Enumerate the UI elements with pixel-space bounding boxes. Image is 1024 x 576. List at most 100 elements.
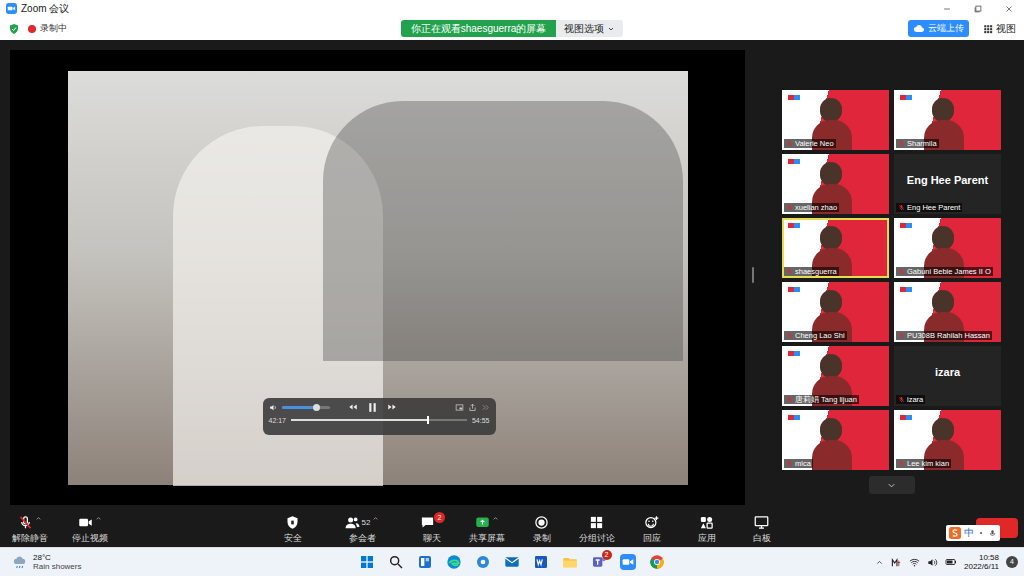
participant-display-name: Eng Hee Parent (907, 172, 988, 189)
toolbar-label: 回应 (643, 534, 661, 543)
taskbar-app[interactable] (614, 549, 643, 576)
toolbar-video-button[interactable]: 停止视频 (60, 514, 120, 543)
taskbar-app[interactable] (527, 549, 556, 576)
window-control-button[interactable] (993, 0, 1024, 17)
progress-track[interactable] (291, 419, 467, 421)
meeting-info: 录制中 (8, 22, 401, 36)
app-badge: 2 (602, 550, 612, 560)
taskbar-app[interactable] (382, 549, 411, 576)
search-icon (388, 554, 404, 570)
progress-playhead[interactable] (427, 416, 429, 424)
participant-tile[interactable]: shaesguerra (782, 218, 889, 278)
toolbar-breakout-button[interactable]: 分组讨论 (569, 514, 624, 543)
window-control-button[interactable] (931, 0, 962, 17)
participant-tile[interactable]: 唐莉娟 Tang lijuan (782, 346, 889, 406)
participant-count: 52 (362, 519, 371, 527)
view-button[interactable]: 视图 (983, 21, 1016, 36)
participant-tile[interactable]: Cheng Lao Shi (782, 282, 889, 342)
toolbar-chat-button[interactable]: 2聊天 (404, 514, 459, 543)
taskbar-app[interactable] (643, 549, 672, 576)
splitter[interactable] (752, 40, 756, 510)
toolbar-unmute-button[interactable]: 解除静音 (0, 514, 60, 543)
participant-name: Sharmila (907, 140, 937, 148)
apps-icon (699, 515, 714, 530)
word-icon (533, 554, 549, 570)
ime-toolbar[interactable]: 中 (946, 525, 1000, 541)
taskbar-app[interactable] (469, 549, 498, 576)
next-page-button[interactable] (869, 476, 915, 494)
chat-badge: 2 (434, 512, 445, 523)
taskbar-app[interactable] (353, 549, 382, 576)
ime-mode: 中 (964, 528, 974, 538)
mic-muted-icon (898, 460, 905, 467)
mic-muted-icon (898, 140, 905, 147)
voice-input-icon (988, 529, 997, 538)
show-hidden-icons-icon (875, 558, 884, 567)
taskbar-app[interactable] (498, 549, 527, 576)
participant-tile[interactable]: Eng Hee Parent Eng Hee Parent (894, 154, 1001, 214)
taskbar-app[interactable] (556, 549, 585, 576)
caret-up-icon (35, 515, 42, 522)
elapsed-time: 42:17 (269, 417, 287, 424)
volume-slider[interactable] (282, 406, 330, 409)
meeting-toolbar: 解除静音停止视频 安全52参会者2聊天共享屏幕录制 分组讨论回应 应用白板 中 (0, 510, 1024, 547)
toolbar-security-button[interactable]: 安全 (265, 514, 320, 543)
toolbar-reactions-button[interactable]: 回应 (624, 514, 679, 543)
taskbar-app[interactable] (440, 549, 469, 576)
toolbar-label: 停止视频 (72, 534, 108, 543)
top-actions: 云端上传视图 (623, 20, 1016, 38)
participant-name: Cheng Lao Shi (795, 332, 845, 340)
window-control-button[interactable] (962, 0, 993, 17)
participant-tile[interactable]: Lee kim kian (894, 410, 1001, 470)
taskbar-app[interactable]: 2 (585, 549, 614, 576)
pause-icon[interactable] (366, 401, 379, 414)
volume-knob[interactable] (313, 404, 320, 411)
participant-name: Valerie Neo (795, 140, 834, 148)
rewind-icon (348, 402, 358, 412)
weather-widget[interactable]: 28°CRain showers (0, 553, 353, 571)
clock[interactable]: 10:582022/6/11 (964, 553, 999, 571)
participant-display-name: izara (935, 364, 960, 381)
folder-icon (562, 554, 578, 570)
participant-tile[interactable]: Valerie Neo (782, 90, 889, 150)
participant-name: Eng Hee Parent (907, 204, 960, 212)
toolbar-participants-button[interactable]: 52参会者 (320, 514, 404, 543)
picture-in-picture-icon (455, 403, 464, 412)
chevron-down-icon (607, 25, 615, 33)
restore-icon (973, 4, 983, 14)
mic-muted-icon (898, 268, 905, 275)
recording-indicator: 录制中 (28, 22, 67, 36)
security-icon (285, 515, 300, 530)
breakout-icon (589, 515, 604, 530)
punctuation-icon (977, 529, 985, 537)
view-options-button[interactable]: 视图选项 (556, 20, 623, 37)
cloud-upload-button[interactable]: 云端上传 (908, 20, 969, 38)
participant-tile[interactable]: mica (782, 410, 889, 470)
splitter-handle-icon[interactable] (752, 267, 754, 283)
clock-time: 10:58 (979, 553, 999, 562)
view-options-label: 视图选项 (564, 21, 604, 36)
participant-label: Gabuni Bebie James II O (896, 267, 993, 277)
info-bar: 录制中你正在观看shaesguerra的屏幕视图选项云端上传视图 (0, 17, 1024, 40)
settings-icon (475, 554, 491, 570)
toolbar-share-button[interactable]: 共享屏幕 (459, 514, 514, 543)
taskbar: 28°CRain showers 2 10:582022/6/11 4 (0, 547, 1024, 576)
participant-tile[interactable]: PU308B Rahilah Hassan (894, 282, 1001, 342)
edge-icon (446, 554, 462, 570)
toolbar-record-button[interactable]: 录制 (514, 514, 569, 543)
toolbar-whiteboard-button[interactable]: 白板 (734, 514, 789, 543)
participant-tile[interactable]: Gabuni Bebie James II O (894, 218, 1001, 278)
taskbar-app[interactable] (411, 549, 440, 576)
more-icon (481, 403, 490, 412)
participant-label: izara (896, 395, 925, 405)
participant-label: 唐莉娟 Tang lijuan (784, 395, 859, 405)
toolbar-apps-button[interactable]: 应用 (679, 514, 734, 543)
participant-tile[interactable]: xuelian zhao (782, 154, 889, 214)
participant-name: xuelian zhao (795, 204, 837, 212)
toolbar-label: 录制 (533, 534, 551, 543)
participant-name: 唐莉娟 Tang lijuan (795, 396, 857, 404)
notification-badge[interactable]: 4 (1006, 556, 1018, 568)
participant-tile[interactable]: izara izara (894, 346, 1001, 406)
participant-tile[interactable]: Sharmila (894, 90, 1001, 150)
sogou-logo-icon (949, 527, 961, 539)
